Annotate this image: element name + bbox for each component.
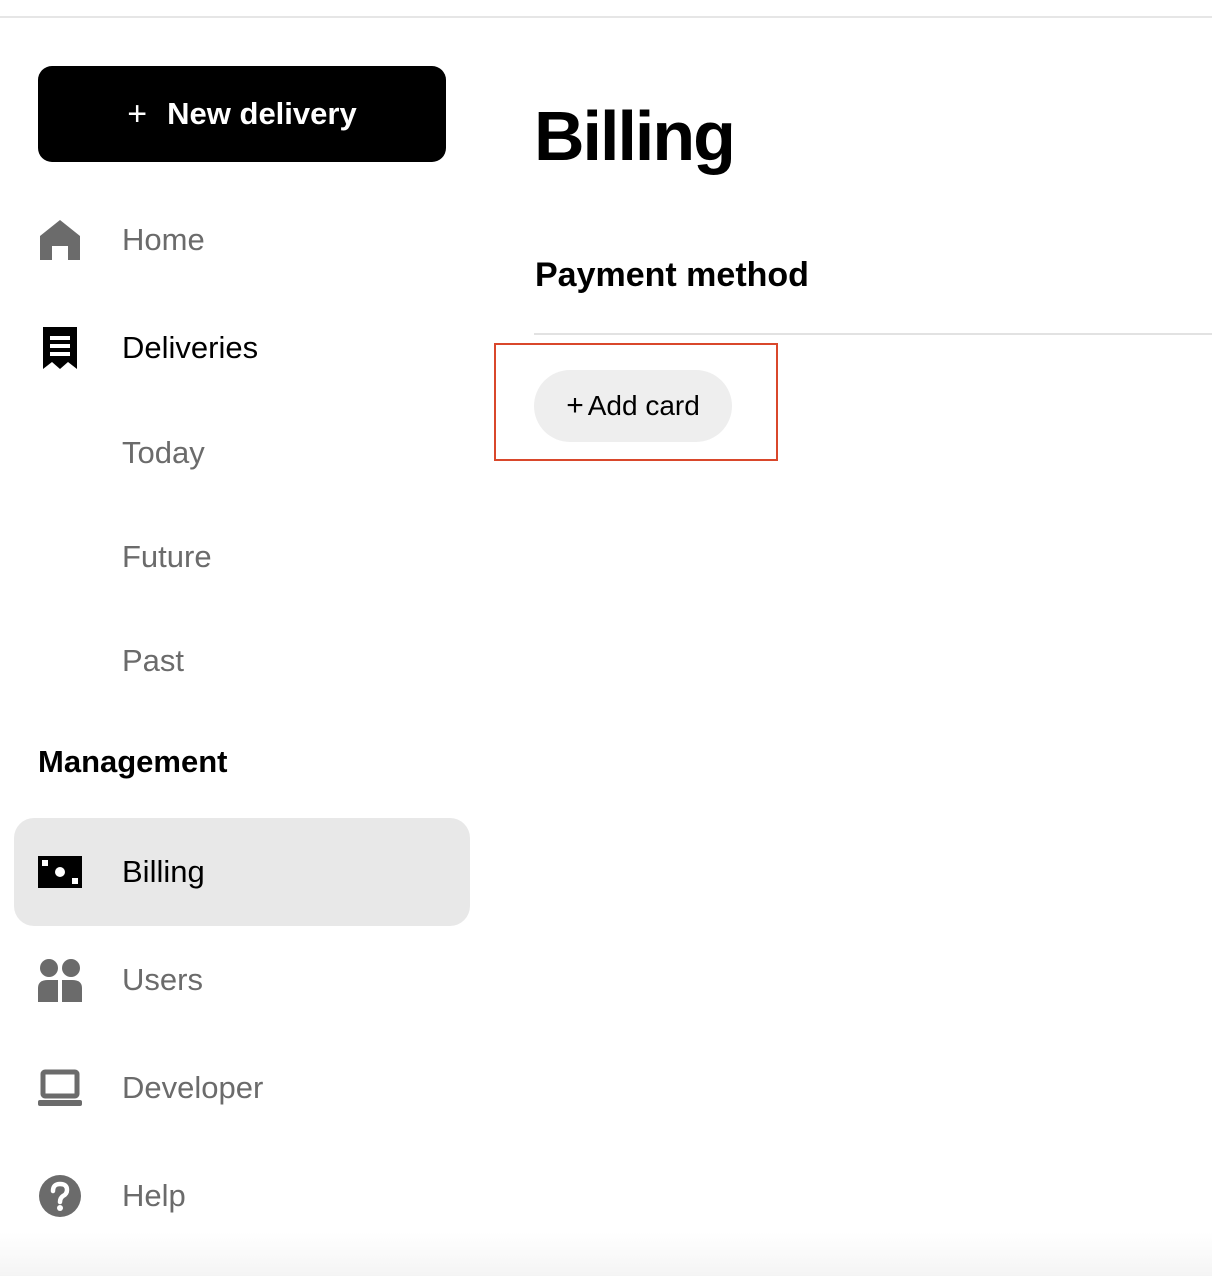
users-icon	[38, 958, 82, 1002]
sidebar-item-label: Home	[122, 222, 205, 257]
bottom-fade	[0, 1232, 1212, 1276]
sidebar-item-deliveries[interactable]: Deliveries	[38, 318, 258, 378]
sidebar-item-label: Deliveries	[122, 330, 259, 365]
plus-icon: +	[127, 95, 148, 133]
add-card-label: Add card	[587, 390, 700, 421]
receipt-icon	[38, 326, 82, 370]
cash-icon	[38, 850, 82, 894]
plus-icon: +	[566, 389, 584, 422]
sidebar-subitem-future[interactable]: Future	[122, 539, 212, 575]
add-card-button[interactable]: + Add card	[534, 370, 732, 442]
section-divider	[534, 333, 1212, 335]
sidebar-subitem-past[interactable]: Past	[122, 643, 184, 679]
sidebar-item-label: Developer	[122, 1070, 264, 1105]
home-icon	[38, 218, 82, 262]
sidebar-item-billing[interactable]: Billing	[38, 842, 205, 902]
sidebar-item-users[interactable]: Users	[38, 950, 203, 1010]
sidebar-item-home[interactable]: Home	[38, 210, 205, 270]
sidebar-item-label: Billing	[122, 854, 205, 889]
sidebar-item-label: Users	[122, 962, 203, 997]
sidebar-item-label: Help	[122, 1178, 186, 1213]
laptop-icon	[38, 1066, 82, 1110]
page-title: Billing	[534, 97, 736, 175]
management-heading: Management	[38, 744, 228, 779]
top-divider	[0, 16, 1212, 18]
sidebar-item-help[interactable]: Help	[38, 1166, 186, 1226]
help-icon	[38, 1174, 82, 1218]
sidebar-item-developer[interactable]: Developer	[38, 1058, 263, 1118]
sidebar-subitem-today[interactable]: Today	[122, 435, 205, 471]
new-delivery-button[interactable]: + New delivery	[38, 66, 446, 162]
new-delivery-label: New delivery	[167, 96, 357, 131]
payment-method-heading: Payment method	[535, 256, 809, 294]
